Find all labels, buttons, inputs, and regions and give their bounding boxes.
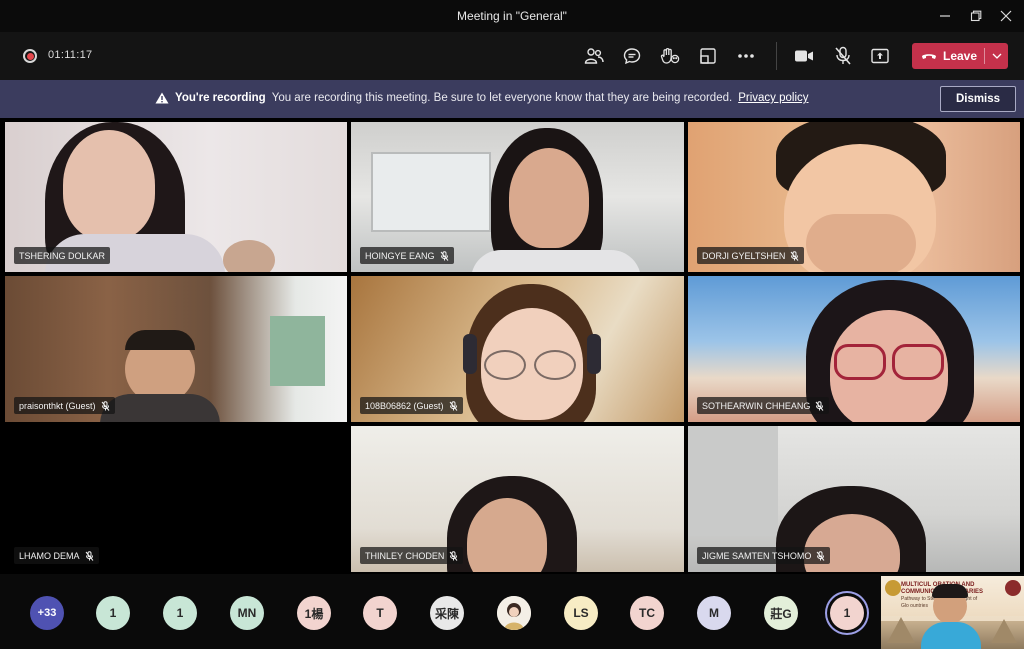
- recording-indicator-icon: [23, 49, 37, 63]
- title-bar: Meeting in "General": [0, 0, 1024, 32]
- recording-heading: You're recording: [175, 92, 266, 104]
- microphone-muted-icon: [449, 550, 458, 561]
- video-tile[interactable]: DORJI GYELTSHEN: [688, 122, 1020, 272]
- participant-avatar[interactable]: 莊G: [764, 596, 798, 630]
- participant-name-label: LHAMO DEMA: [14, 547, 99, 564]
- participant-name-label: DORJI GYELTSHEN: [697, 247, 805, 264]
- microphone-muted-icon: [816, 550, 825, 561]
- close-icon: [1000, 10, 1012, 22]
- participant-avatar[interactable]: 1: [163, 596, 197, 630]
- overflow-participants-button[interactable]: +33: [30, 596, 64, 630]
- participant-name-label: praisonthkt (Guest): [14, 397, 115, 414]
- avatar-photo: [497, 596, 531, 630]
- video-tile[interactable]: HOINGYE EANG: [351, 122, 684, 272]
- participant-avatar[interactable]: 1楊: [297, 596, 331, 630]
- microphone-muted-icon: [835, 46, 851, 65]
- reactions-button[interactable]: [658, 44, 682, 68]
- recording-message: You are recording this meeting. Be sure …: [271, 92, 733, 104]
- microphone-muted-icon: [790, 250, 799, 261]
- people-icon: [584, 48, 604, 64]
- window-title: Meeting in "General": [457, 9, 567, 23]
- participant-roster: +33 1 1 MN 1楊 T 采陳 LS TC M 莊G 1: [0, 574, 1024, 649]
- meeting-toolbar: 01:11:17 Leave: [0, 32, 1024, 80]
- participant-name-label: TSHERING DOLKAR: [14, 247, 111, 264]
- leave-options-button[interactable]: [985, 43, 1008, 69]
- chat-icon: [623, 48, 641, 65]
- minimize-button[interactable]: [935, 6, 955, 26]
- participant-avatar[interactable]: 采陳: [430, 596, 464, 630]
- microphone-muted-icon: [101, 400, 109, 411]
- video-tile[interactable]: 108B06862 (Guest): [351, 276, 684, 422]
- restore-icon: [970, 10, 982, 22]
- microphone-button[interactable]: [831, 44, 855, 68]
- participant-avatar[interactable]: LS: [564, 596, 598, 630]
- participant-avatar[interactable]: M: [697, 596, 731, 630]
- camera-button[interactable]: [792, 44, 816, 68]
- participant-name-label: 108B06862 (Guest): [360, 397, 463, 414]
- dismiss-button[interactable]: Dismiss: [940, 86, 1016, 112]
- slide-logo: [885, 580, 901, 596]
- close-button[interactable]: [996, 6, 1016, 26]
- meeting-timer: 01:11:17: [48, 49, 93, 61]
- self-view-video[interactable]: MULTICUL ORATION AND COMMUNIC O BOUNDARI…: [881, 576, 1024, 649]
- toolbar-divider: [776, 42, 777, 70]
- chevron-down-icon: [992, 53, 1001, 59]
- leave-main-button[interactable]: Leave: [912, 43, 984, 69]
- video-tile[interactable]: THINLEY CHODEN: [351, 426, 684, 572]
- video-grid: TSHERING DOLKAR HOINGYE EANG DORJI GYELT…: [0, 118, 1024, 574]
- participant-avatar[interactable]: MN: [230, 596, 264, 630]
- leave-label: Leave: [943, 49, 978, 63]
- share-screen-icon: [871, 48, 889, 64]
- participant-name-label: JIGME SAMTEN TSHOMO: [697, 547, 831, 564]
- more-actions-button[interactable]: [734, 44, 758, 68]
- recording-banner: You're recording You are recording this …: [0, 80, 1024, 118]
- more-options-icon: [738, 54, 754, 58]
- rooms-button[interactable]: [696, 44, 720, 68]
- video-tile[interactable]: SOTHEARWIN CHHEANG: [688, 276, 1020, 422]
- maximize-button[interactable]: [966, 6, 986, 26]
- warning-icon: [155, 92, 169, 104]
- microphone-muted-icon: [85, 550, 93, 561]
- participants-button[interactable]: [582, 44, 606, 68]
- raise-hand-icon: [660, 48, 680, 64]
- share-button[interactable]: [868, 44, 892, 68]
- video-tile[interactable]: JIGME SAMTEN TSHOMO: [688, 426, 1020, 572]
- hang-up-icon: [922, 54, 936, 59]
- privacy-policy-link[interactable]: Privacy policy: [738, 92, 808, 104]
- participant-name-label: THINLEY CHODEN: [360, 547, 464, 564]
- active-speaker-avatar[interactable]: 1: [830, 596, 864, 630]
- video-tile[interactable]: praisonthkt (Guest): [5, 276, 347, 422]
- participant-avatar[interactable]: [497, 596, 531, 630]
- microphone-muted-icon: [815, 400, 824, 411]
- slide-logo: [1005, 580, 1021, 596]
- participant-avatar[interactable]: TC: [630, 596, 664, 630]
- breakout-rooms-icon: [700, 48, 716, 64]
- chat-button[interactable]: [620, 44, 644, 68]
- participant-avatar[interactable]: T: [363, 596, 397, 630]
- recording-banner-text: You're recording You are recording this …: [155, 92, 809, 104]
- video-tile[interactable]: TSHERING DOLKAR: [5, 122, 347, 272]
- minimize-icon: [940, 15, 950, 17]
- participant-avatar[interactable]: 1: [96, 596, 130, 630]
- leave-button[interactable]: Leave: [912, 43, 1008, 69]
- participant-name-label: SOTHEARWIN CHHEANG: [697, 397, 830, 414]
- video-tile[interactable]: LHAMO DEMA: [5, 426, 347, 572]
- video-camera-icon: [795, 50, 813, 62]
- microphone-muted-icon: [449, 400, 457, 411]
- participant-name-label: HOINGYE EANG: [360, 247, 454, 264]
- microphone-muted-icon: [440, 250, 448, 261]
